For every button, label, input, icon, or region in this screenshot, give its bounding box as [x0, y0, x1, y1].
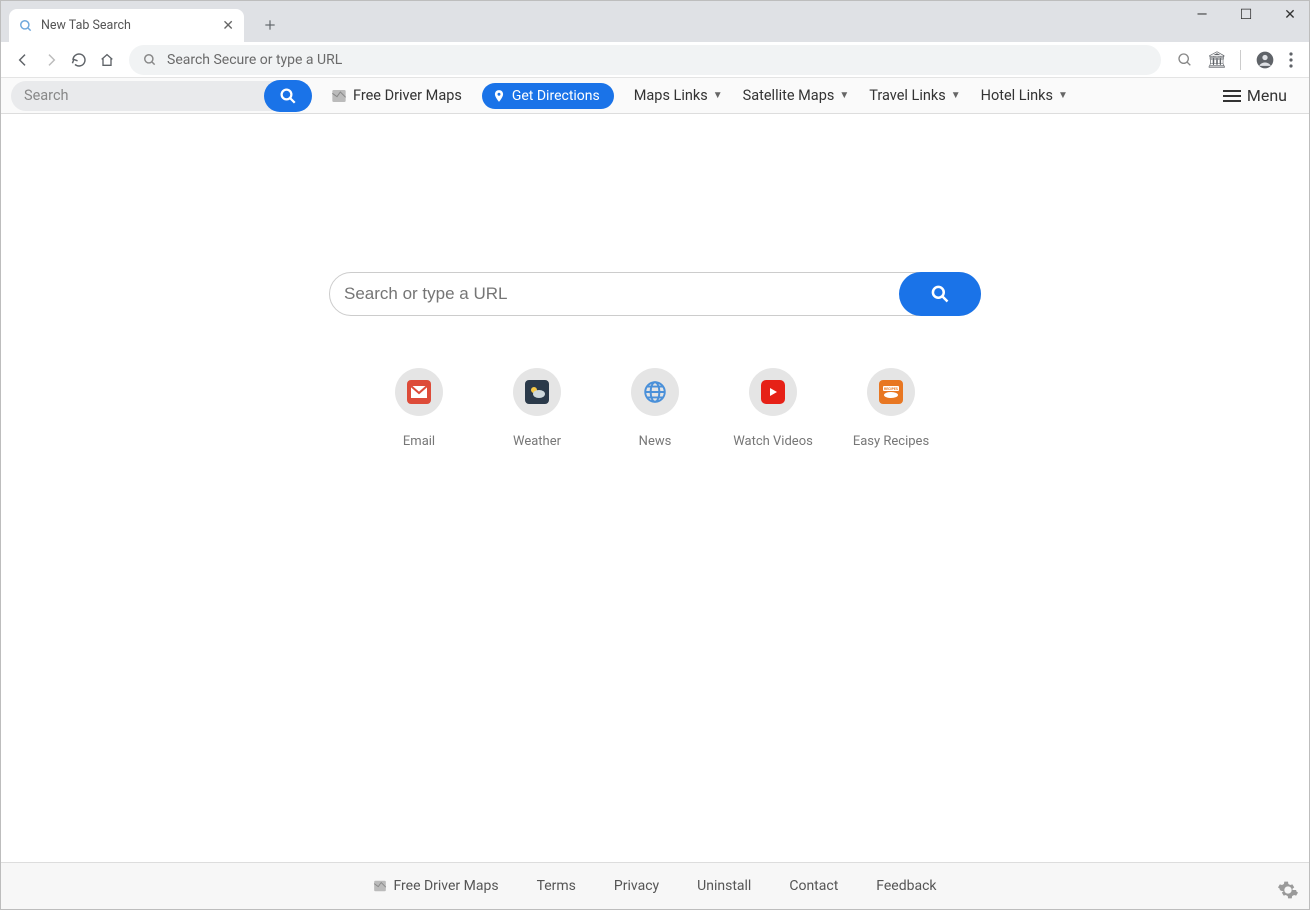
search-icon — [19, 19, 33, 33]
reload-button[interactable] — [71, 52, 87, 68]
get-directions-label: Get Directions — [512, 88, 600, 104]
library-icon[interactable]: 🏛 — [1207, 50, 1226, 70]
dropdown-label: Hotel Links — [981, 87, 1053, 104]
close-icon[interactable]: ✕ — [222, 18, 234, 34]
satellite-maps-dropdown[interactable]: Satellite Maps ▼ — [743, 87, 850, 104]
hotel-links-dropdown[interactable]: Hotel Links ▼ — [981, 87, 1068, 104]
footer-contact[interactable]: Contact — [789, 878, 838, 894]
caret-icon: ▼ — [1058, 90, 1068, 101]
map-icon — [373, 879, 387, 893]
footer-privacy[interactable]: Privacy — [614, 878, 659, 894]
center-search — [329, 272, 981, 316]
toolbar-right: 🏛 — [1169, 50, 1301, 70]
close-window-button[interactable]: ✕ — [1277, 7, 1303, 23]
tile-label: Email — [403, 434, 435, 449]
toolbar-search[interactable]: Search — [11, 81, 311, 111]
menu-button[interactable]: Menu — [1223, 86, 1299, 105]
map-icon — [331, 88, 347, 104]
footer-feedback[interactable]: Feedback — [876, 878, 936, 894]
tab-title: New Tab Search — [41, 18, 131, 33]
new-tab-button[interactable] — [256, 11, 284, 39]
gmail-icon — [395, 368, 443, 416]
home-button[interactable] — [99, 52, 115, 68]
get-directions-button[interactable]: Get Directions — [482, 83, 614, 109]
profile-icon[interactable] — [1255, 50, 1275, 70]
tile-label: Easy Recipes — [853, 434, 929, 449]
dropdown-label: Travel Links — [869, 87, 945, 104]
dropdown-label: Satellite Maps — [743, 87, 835, 104]
footer-uninstall[interactable]: Uninstall — [697, 878, 751, 894]
footer-brand-link[interactable]: Free Driver Maps — [373, 878, 498, 894]
tile-label: Weather — [513, 434, 561, 449]
footer: Free Driver Maps Terms Privacy Uninstall… — [1, 862, 1309, 909]
tile-recipes[interactable]: RECIPES Easy Recipes — [865, 368, 917, 449]
browser-toolbar: Search Secure or type a URL 🏛 — [1, 42, 1309, 78]
tile-label: News — [639, 434, 672, 449]
tile-videos[interactable]: Watch Videos — [747, 368, 799, 449]
page-content: Email Weather News Watch Videos RECIPES … — [1, 114, 1309, 861]
brand-label: Free Driver Maps — [353, 87, 462, 104]
weather-icon — [513, 368, 561, 416]
search-icon — [143, 53, 157, 67]
omnibox[interactable]: Search Secure or type a URL — [129, 45, 1161, 75]
toolbar-search-button[interactable] — [264, 80, 312, 112]
brand-link[interactable]: Free Driver Maps — [331, 87, 462, 104]
caret-icon: ▼ — [951, 90, 961, 101]
tile-email[interactable]: Email — [393, 368, 445, 449]
caret-icon: ▼ — [839, 90, 849, 101]
hamburger-icon — [1223, 89, 1241, 103]
omnibox-placeholder: Search Secure or type a URL — [167, 52, 342, 68]
zoom-icon[interactable] — [1177, 52, 1193, 68]
gear-icon[interactable] — [1277, 879, 1299, 901]
shortcut-tiles: Email Weather News Watch Videos RECIPES … — [393, 368, 917, 449]
forward-button[interactable] — [43, 52, 59, 68]
nav-buttons — [9, 52, 121, 68]
toolbar-search-placeholder: Search — [24, 87, 69, 104]
footer-brand-label: Free Driver Maps — [393, 878, 498, 894]
minimize-button[interactable]: — — [1189, 7, 1215, 23]
menu-label: Menu — [1247, 86, 1287, 105]
footer-terms[interactable]: Terms — [537, 878, 576, 894]
travel-links-dropdown[interactable]: Travel Links ▼ — [869, 87, 960, 104]
extension-toolbar: Search Free Driver Maps Get Directions M… — [1, 78, 1309, 114]
caret-icon: ▼ — [713, 90, 723, 101]
youtube-icon — [749, 368, 797, 416]
svg-text:RECIPES: RECIPES — [884, 387, 899, 391]
dropdown-label: Maps Links — [634, 87, 708, 104]
tile-weather[interactable]: Weather — [511, 368, 563, 449]
center-search-button[interactable] — [899, 272, 981, 316]
tile-label: Watch Videos — [733, 434, 813, 449]
browser-tab-strip: New Tab Search ✕ — ☐ ✕ — [1, 1, 1309, 42]
maximize-button[interactable]: ☐ — [1233, 7, 1259, 23]
maps-links-dropdown[interactable]: Maps Links ▼ — [634, 87, 723, 104]
pin-icon — [492, 89, 506, 103]
window-controls: — ☐ ✕ — [1189, 7, 1303, 23]
tile-news[interactable]: News — [629, 368, 681, 449]
center-search-input[interactable] — [344, 284, 899, 304]
back-button[interactable] — [15, 52, 31, 68]
globe-icon — [631, 368, 679, 416]
recipes-icon: RECIPES — [867, 368, 915, 416]
browser-tab[interactable]: New Tab Search ✕ — [9, 9, 244, 42]
divider — [1240, 50, 1241, 70]
kebab-menu-icon[interactable] — [1289, 52, 1293, 68]
